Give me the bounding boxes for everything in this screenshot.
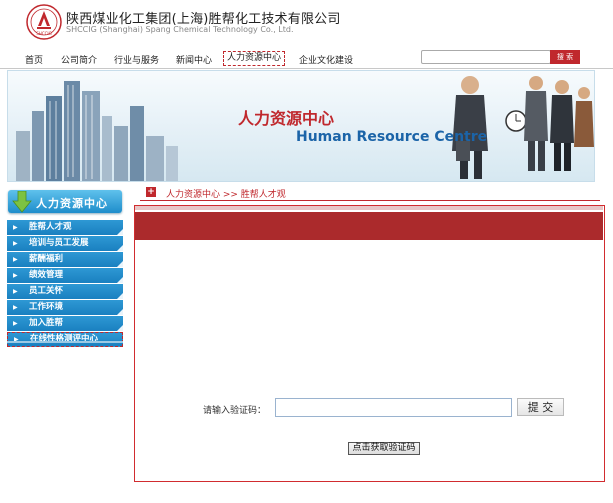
verification-code-label: 请输入验证码： [203,406,267,416]
caret-right-icon: ▶ [13,240,18,247]
nav-news[interactable]: 新闻中心 [176,53,212,66]
breadcrumb: 人力资源中心 >> 胜帮人才观 [166,190,286,200]
down-arrow-icon [12,191,32,213]
sidebar-heading-text: 人力资源中心 [36,197,108,210]
content-panel [134,205,605,482]
sidebar-item-label: 工作环境 [29,302,64,312]
verification-code-input[interactable] [275,398,512,417]
sidebar-item-performance[interactable]: ▶ 绩效管理 [7,268,123,283]
sidebar-item-employee-care[interactable]: ▶ 员工关怀 [7,284,123,299]
sidebar-menu: ▶ 胜帮人才观 ▶ 培训与员工发展 ▶ 薪酬福利 ▶ 绩效管理 ▶ 员工关怀 ▶… [7,220,123,348]
caret-right-icon: ▶ [13,256,18,263]
sidebar-item-label: 加入胜帮 [29,318,64,328]
sidebar-item-personality-test[interactable]: ▶ 在线性格测评中心 [7,332,123,347]
caret-right-icon: ▶ [13,288,18,295]
caret-right-icon: ▶ [13,320,18,327]
logo-text: SHCCIG [36,31,51,36]
nav-hr-center[interactable]: 人力资源中心 [223,51,286,66]
sidebar-item-compensation[interactable]: ▶ 薪酬福利 [7,252,123,267]
sidebar-item-label: 薪酬福利 [29,254,64,264]
sidebar-item-label: 胜帮人才观 [29,222,72,232]
nav-home[interactable]: 首页 [25,53,43,66]
search-input[interactable] [421,50,551,64]
company-name-en: SHCCIG (Shanghai) Spang Chemical Technol… [66,25,294,34]
sidebar-item-talent-view[interactable]: ▶ 胜帮人才观 [7,220,123,235]
sidebar-item-label: 在线性格测评中心 [30,334,99,344]
sidebar-item-label: 绩效管理 [29,270,64,280]
caret-right-icon: ▶ [13,272,18,279]
hero-banner: 人力资源中心 Human Resource Centre [7,70,595,182]
sidebar-item-training[interactable]: ▶ 培训与员工发展 [7,236,123,251]
caret-right-icon: ▶ [14,336,19,343]
search-button[interactable]: 搜 索 [550,50,580,64]
content-header-strip [135,206,603,210]
submit-button[interactable]: 提 交 [517,398,564,416]
city-skyline-icon [16,81,178,181]
sidebar-item-label: 培训与员工发展 [29,238,89,248]
nav-culture[interactable]: 企业文化建设 [299,53,353,66]
sidebar-bottom-rule [7,341,123,343]
sidebar-item-label: 员工关怀 [29,286,64,296]
sidebar-item-join-us[interactable]: ▶ 加入胜帮 [7,316,123,331]
nav-industry[interactable]: 行业与服务 [114,53,159,66]
company-logo: SHCCIG [26,4,62,40]
get-verification-code-button[interactable]: 点击获取验证码 [348,442,420,455]
breadcrumb-divider [140,200,600,201]
nav-about[interactable]: 公司简介 [61,53,97,66]
nav-divider [0,68,613,69]
caret-right-icon: ▶ [13,304,18,311]
caret-right-icon: ▶ [13,224,18,231]
banner-title-cn: 人力资源中心 [238,109,335,128]
content-header-bar [135,212,603,240]
business-people-icon [452,76,594,179]
sidebar-item-work-environment[interactable]: ▶ 工作环境 [7,300,123,315]
banner-title-en: Human Resource Centre [296,129,488,145]
plus-icon: + [146,187,156,197]
